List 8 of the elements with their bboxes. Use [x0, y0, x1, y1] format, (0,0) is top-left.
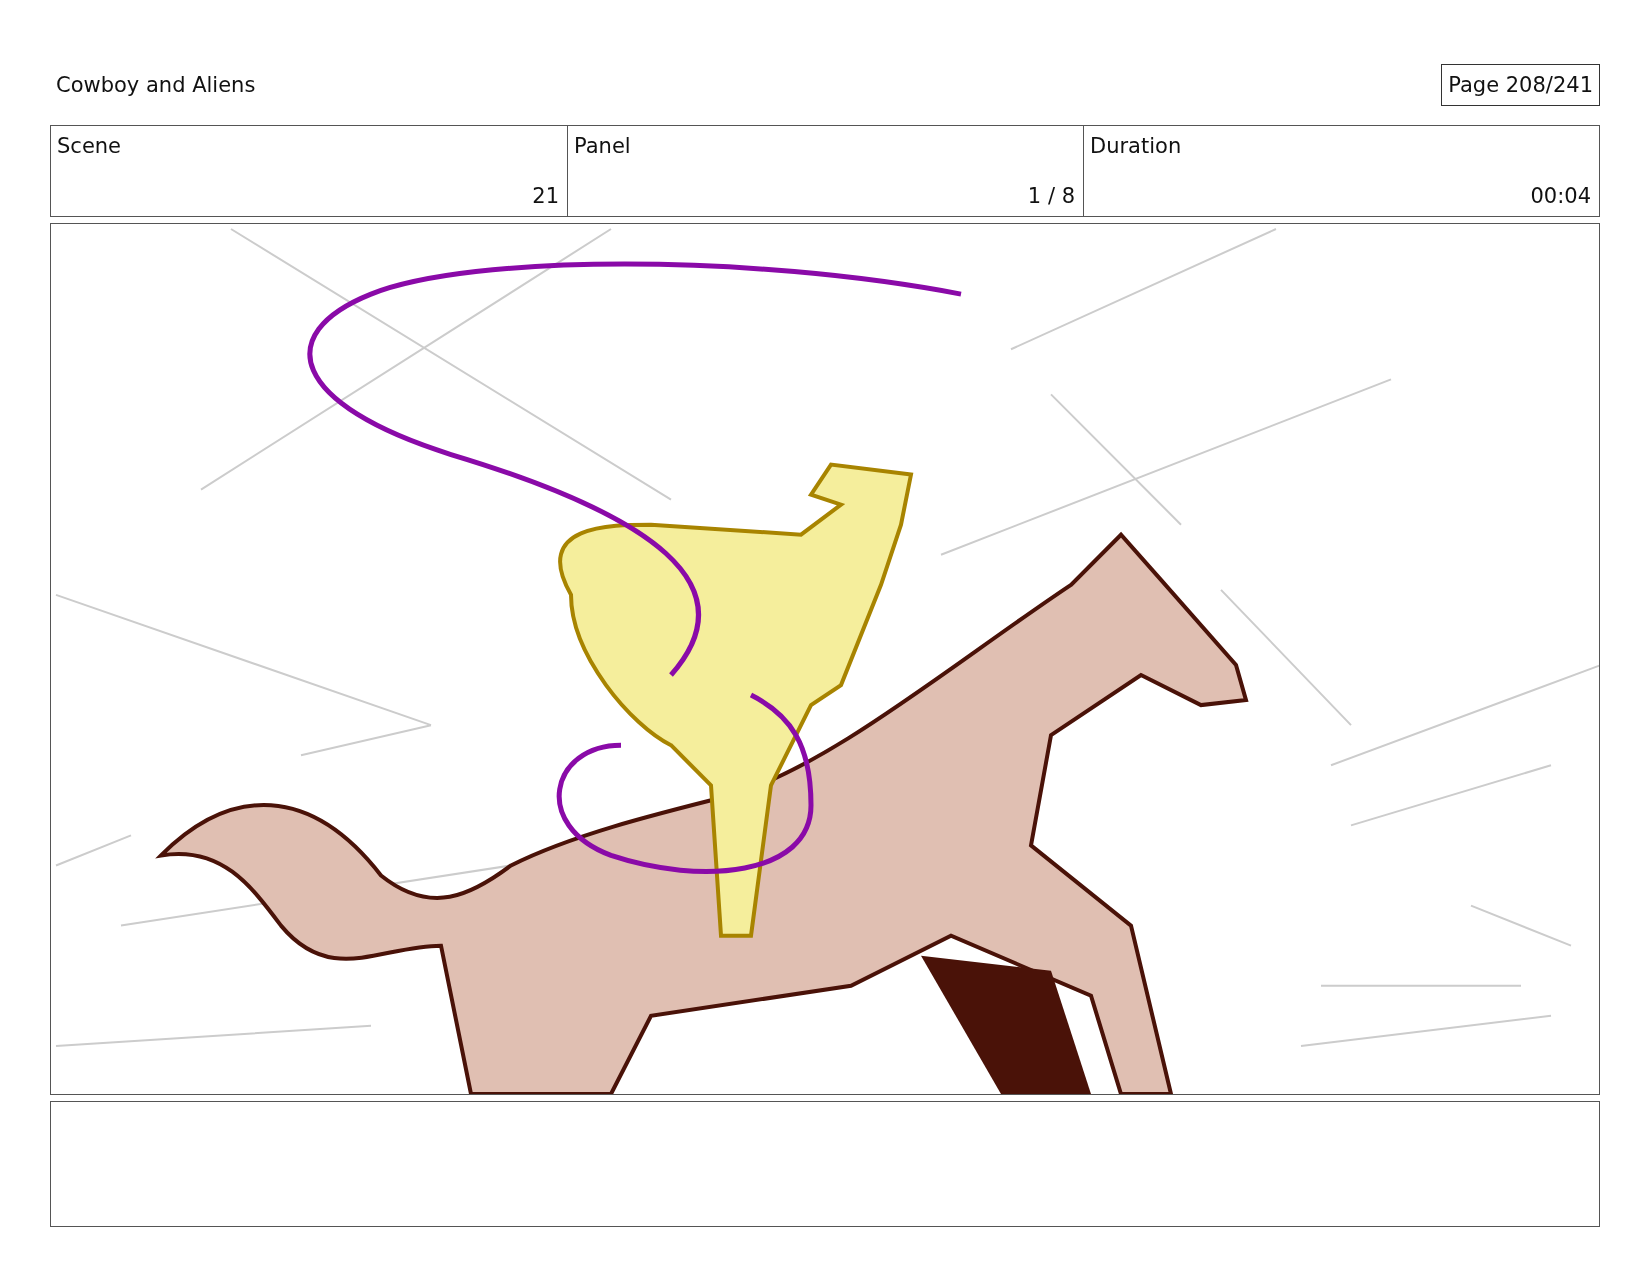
column-header: Duration — [1090, 134, 1183, 158]
table-cell: 00:04 — [1530, 184, 1591, 208]
page-number: Page 208/241 — [1441, 64, 1600, 106]
column-header: Panel — [574, 134, 632, 158]
project-title: Cowboy and Aliens — [56, 73, 256, 97]
column-header: Scene — [57, 134, 123, 158]
table-cell: 1 / 8 — [1027, 184, 1075, 208]
table-cell: 21 — [532, 184, 559, 208]
